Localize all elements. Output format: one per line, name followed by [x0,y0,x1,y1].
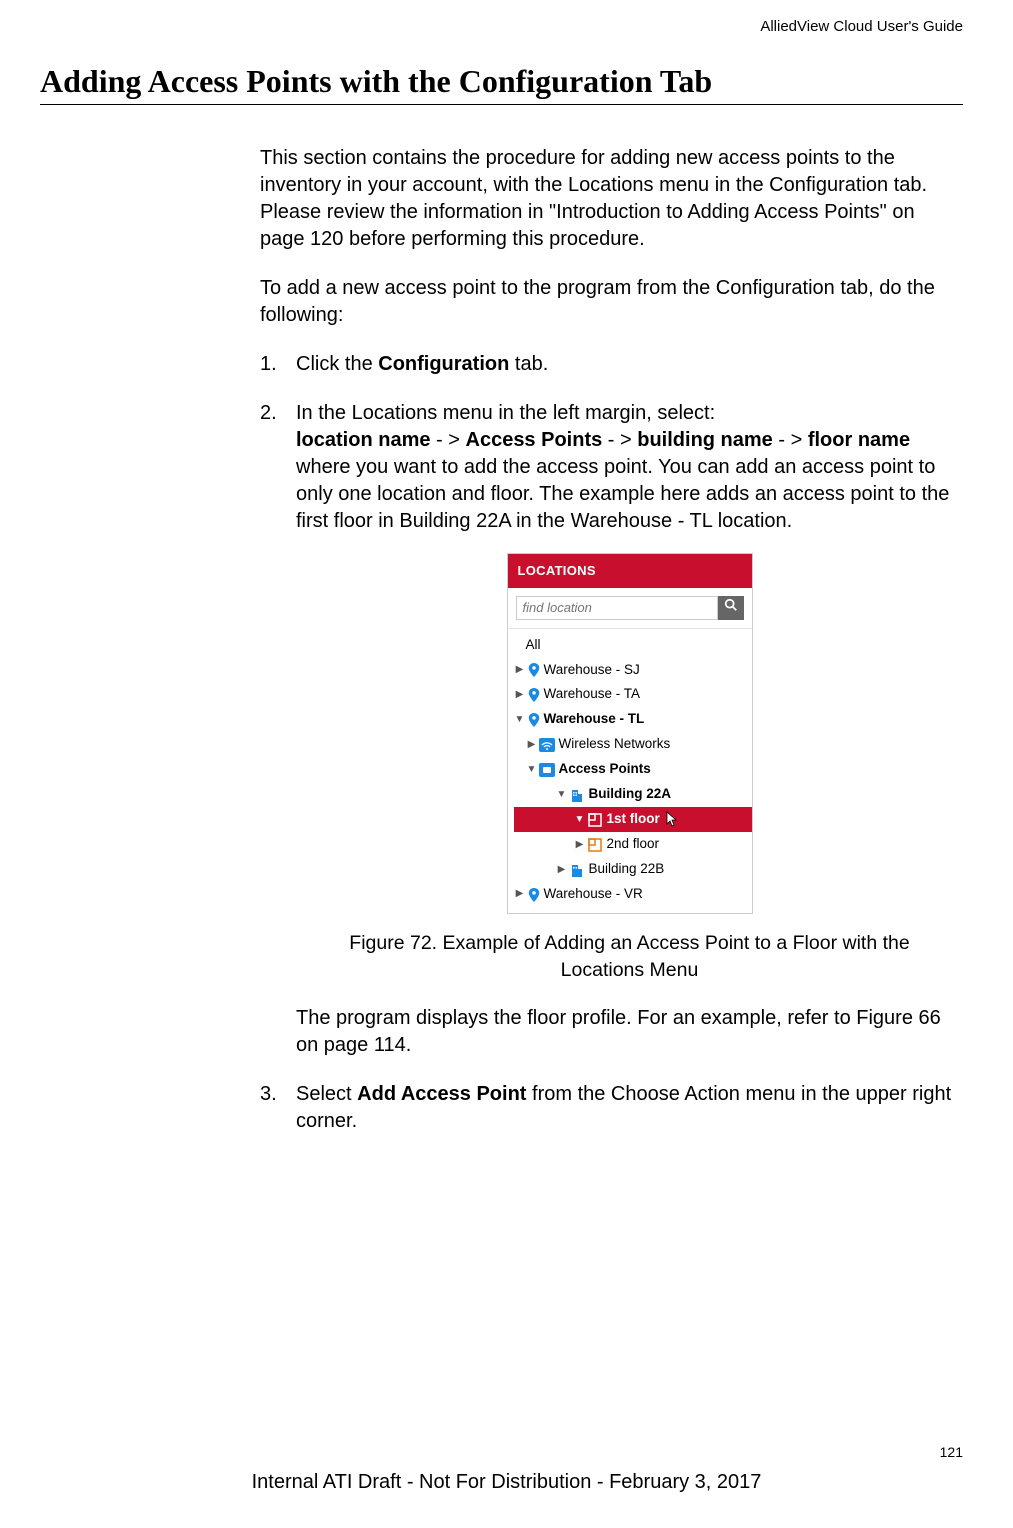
step-bold: Add Access Point [357,1083,526,1105]
locations-tree: All ▶ Warehouse - SJ ▶ Warehouse - TA [508,629,752,914]
locations-search-row [508,588,752,629]
step-text: where you want to add the access point. … [296,456,949,532]
find-location-input[interactable] [516,596,718,620]
step-2: 2. In the Locations menu in the left mar… [260,400,963,1059]
caret-right-icon: ▶ [556,861,568,880]
location-pin-icon [527,688,541,702]
caret-right-icon: ▶ [526,736,538,755]
caret-down-icon: ▼ [526,761,538,780]
step-bold: location name [296,429,430,451]
page-number: 121 [940,1444,963,1460]
step-text: - > [602,429,637,451]
cursor-icon [664,811,680,829]
tree-label: 2nd floor [607,832,660,857]
after-figure-paragraph: The program displays the floor profile. … [296,1005,963,1059]
tree-item-building-22b[interactable]: ▶ Building 22B [514,857,752,882]
location-pin-icon [527,663,541,677]
body-content: This section contains the procedure for … [260,145,963,1135]
tree-item-wireless-networks[interactable]: ▶ Wireless Networks [514,732,752,757]
tree-label: Warehouse - TL [544,707,645,732]
location-pin-icon [527,713,541,727]
search-button[interactable] [718,596,744,620]
tree-label: Building 22B [589,857,665,882]
step-bold: Access Points [466,429,603,451]
step-bold: floor name [808,429,910,451]
step-text: - > [773,429,808,451]
caret-down-icon: ▼ [514,711,526,730]
step-text: In the Locations menu in the left margin… [296,402,715,424]
tree-label: Building 22A [589,782,672,807]
location-pin-icon [527,888,541,902]
floor-icon [587,813,603,827]
caret-right-icon: ▶ [514,686,526,705]
tree-item-warehouse-tl[interactable]: ▼ Warehouse - TL [514,707,752,732]
access-point-icon [539,763,555,777]
header-doc-title: AlliedView Cloud User's Guide [40,18,963,35]
caret-right-icon: ▶ [514,885,526,904]
caret-down-icon: ▼ [556,786,568,805]
tree-label: Warehouse - TA [544,682,641,707]
search-icon [724,598,738,617]
caret-down-icon: ▼ [574,811,586,830]
step-text: Select [296,1083,357,1105]
figure-caption: Figure 72. Example of Adding an Access P… [326,930,933,983]
locations-panel: LOCATIONS All [507,553,753,914]
tree-item-warehouse-ta[interactable]: ▶ Warehouse - TA [514,682,752,707]
step-text: - > [430,429,465,451]
step-1: 1. Click the Configuration tab. [260,351,963,378]
tree-label: Warehouse - VR [544,882,643,907]
step-bold: Configuration [378,353,509,375]
caret-right-icon: ▶ [514,661,526,680]
tree-item-building-22a[interactable]: ▼ Building 22A [514,782,752,807]
tree-item-warehouse-vr[interactable]: ▶ Warehouse - VR [514,882,752,907]
tree-item-access-points[interactable]: ▼ Access Points [514,757,752,782]
tree-label: Wireless Networks [559,732,671,757]
tree-item-warehouse-sj[interactable]: ▶ Warehouse - SJ [514,658,752,683]
intro-paragraph: This section contains the procedure for … [260,145,963,253]
building-icon [569,863,585,877]
lead-paragraph: To add a new access point to the program… [260,275,963,329]
tree-label: Warehouse - SJ [544,658,640,683]
step-text: Click the [296,353,378,375]
figure-locations-panel: LOCATIONS All [296,553,963,914]
section-heading: Adding Access Points with the Configurat… [40,63,963,100]
document-page: AlliedView Cloud User's Guide Adding Acc… [0,0,1013,1528]
locations-header: LOCATIONS [508,554,752,588]
tree-label: 1st floor [607,807,660,832]
step-number: 1. [260,351,277,378]
step-number: 2. [260,400,277,427]
building-icon [569,788,585,802]
step-3: 3. Select Add Access Point from the Choo… [260,1081,963,1135]
procedure-list: 1. Click the Configuration tab. 2. In th… [260,351,963,1135]
caret-right-icon: ▶ [574,836,586,855]
step-text: tab. [509,353,548,375]
floor-icon [587,838,603,852]
wifi-icon [539,738,555,752]
step-bold: building name [637,429,773,451]
step-number: 3. [260,1081,277,1108]
heading-rule [40,104,963,105]
tree-label: All [526,633,541,658]
footer-text: Internal ATI Draft - Not For Distributio… [0,1471,1013,1494]
tree-item-1st-floor[interactable]: ▼ 1st floor [514,807,752,832]
tree-item-2nd-floor[interactable]: ▶ 2nd floor [514,832,752,857]
tree-label: Access Points [559,757,651,782]
tree-item-all[interactable]: All [514,633,752,658]
